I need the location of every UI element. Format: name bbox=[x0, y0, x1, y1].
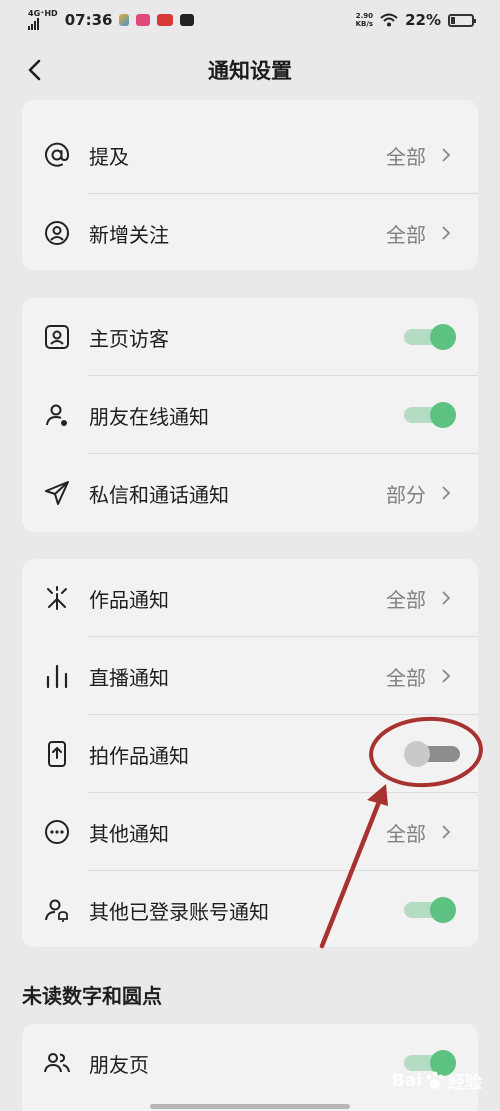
toggle-knob bbox=[430, 897, 456, 923]
chevron-right-icon bbox=[442, 825, 451, 839]
friend-online-toggle[interactable] bbox=[404, 402, 456, 428]
live-row[interactable]: 直播通知 全部 bbox=[22, 637, 478, 715]
battery-level bbox=[451, 16, 455, 24]
user-bell-icon bbox=[45, 899, 68, 922]
signal-icon bbox=[28, 18, 39, 30]
profile-visitors-label: 主页访客 bbox=[89, 326, 169, 351]
profile-visitors-toggle[interactable] bbox=[404, 324, 456, 350]
chevron-right-icon bbox=[442, 669, 451, 683]
live-value: 全部 bbox=[386, 665, 426, 690]
news-app-icon bbox=[157, 14, 174, 26]
new-follow-value: 全部 bbox=[386, 222, 426, 247]
toggle-knob bbox=[430, 402, 456, 428]
works-label: 作品通知 bbox=[89, 587, 169, 612]
network-speed: 2.90 KB/s bbox=[356, 12, 373, 28]
more-circle-icon bbox=[45, 820, 69, 844]
video-app-icon bbox=[136, 14, 151, 26]
other-row[interactable]: 其他通知 全部 bbox=[22, 793, 478, 871]
other-accounts-toggle[interactable] bbox=[404, 897, 456, 923]
interaction-card: 提及 全部 新增关注 全部 bbox=[22, 100, 478, 270]
other-label: 其他通知 bbox=[89, 821, 169, 846]
chevron-right-icon bbox=[442, 591, 451, 605]
app-notification-icon bbox=[119, 14, 130, 26]
mention-value: 全部 bbox=[386, 144, 426, 169]
bars-icon bbox=[46, 664, 68, 689]
works-value: 全部 bbox=[386, 587, 426, 612]
phone-upload-icon bbox=[48, 741, 66, 767]
back-button[interactable] bbox=[20, 54, 52, 86]
home-indicator bbox=[150, 1104, 350, 1109]
id-card-icon bbox=[45, 325, 69, 349]
messages-calls-label: 私信和通话通知 bbox=[89, 482, 229, 507]
other-accounts-label: 其他已登录账号通知 bbox=[89, 899, 269, 924]
network-type: 4G⁺HD bbox=[28, 9, 58, 18]
status-right: 2.90 KB/s 22% bbox=[356, 11, 476, 29]
wifi-icon bbox=[380, 13, 398, 27]
friend-online-label: 朋友在线通知 bbox=[89, 404, 209, 429]
at-icon bbox=[45, 142, 70, 167]
sparkle-icon bbox=[47, 586, 67, 610]
speed-unit: KB/s bbox=[355, 20, 374, 28]
battery-percent: 22% bbox=[405, 11, 441, 29]
new-follow-row[interactable]: 新增关注 全部 bbox=[22, 194, 478, 270]
messages-calls-row[interactable]: 私信和通话通知 部分 bbox=[22, 454, 478, 532]
watermark: Bai 经验 bbox=[391, 1068, 482, 1094]
chevron-right-icon bbox=[442, 148, 451, 162]
paper-plane-icon bbox=[45, 481, 69, 505]
chevron-right-icon bbox=[442, 486, 451, 500]
friend-online-row: 朋友在线通知 bbox=[22, 376, 478, 454]
player-app-icon bbox=[180, 14, 195, 26]
section-heading-unread: 未读数字和圆点 bbox=[22, 984, 162, 1008]
chevron-right-icon bbox=[442, 226, 451, 240]
messages-calls-value: 部分 bbox=[386, 482, 426, 507]
user-circle-icon bbox=[45, 221, 69, 245]
shoot-works-label: 拍作品通知 bbox=[89, 743, 189, 768]
toggle-knob bbox=[430, 324, 456, 350]
live-label: 直播通知 bbox=[89, 665, 169, 690]
profile-visitors-row: 主页访客 bbox=[22, 298, 478, 376]
social-card: 主页访客 朋友在线通知 私信和通话通知 部分 bbox=[22, 298, 478, 532]
other-accounts-row: 其他已登录账号通知 bbox=[22, 871, 478, 947]
paw-icon bbox=[426, 1071, 444, 1089]
content-card: 作品通知 全部 直播通知 全部 拍作品通知 其他通知 全部 其他已登录账号通知 bbox=[22, 559, 478, 947]
friends-page-label: 朋友页 bbox=[89, 1052, 149, 1077]
page-title: 通知设置 bbox=[208, 59, 292, 83]
new-follow-label: 新增关注 bbox=[89, 222, 169, 247]
mention-row[interactable]: 提及 全部 bbox=[22, 116, 478, 194]
clock: 07:36 bbox=[64, 11, 113, 29]
user-online-icon bbox=[46, 404, 67, 426]
mention-label: 提及 bbox=[89, 144, 129, 169]
works-row[interactable]: 作品通知 全部 bbox=[22, 559, 478, 637]
shoot-works-row: 拍作品通知 bbox=[22, 715, 478, 793]
status-bar: 4G⁺HD 07:36 2.90 KB/s 22% bbox=[0, 0, 500, 40]
speed-value: 2.90 bbox=[355, 12, 373, 20]
battery-icon bbox=[448, 13, 476, 27]
watermark-text-latin: Bai bbox=[391, 1070, 422, 1091]
users-icon bbox=[44, 1053, 70, 1073]
toggle-knob bbox=[404, 741, 430, 767]
shoot-works-toggle[interactable] bbox=[404, 741, 460, 767]
other-value: 全部 bbox=[386, 821, 426, 846]
status-left: 4G⁺HD 07:36 bbox=[28, 9, 195, 30]
watermark-text-cn: 经验 bbox=[448, 1073, 482, 1093]
nav-bar: 通知设置 bbox=[0, 40, 500, 100]
